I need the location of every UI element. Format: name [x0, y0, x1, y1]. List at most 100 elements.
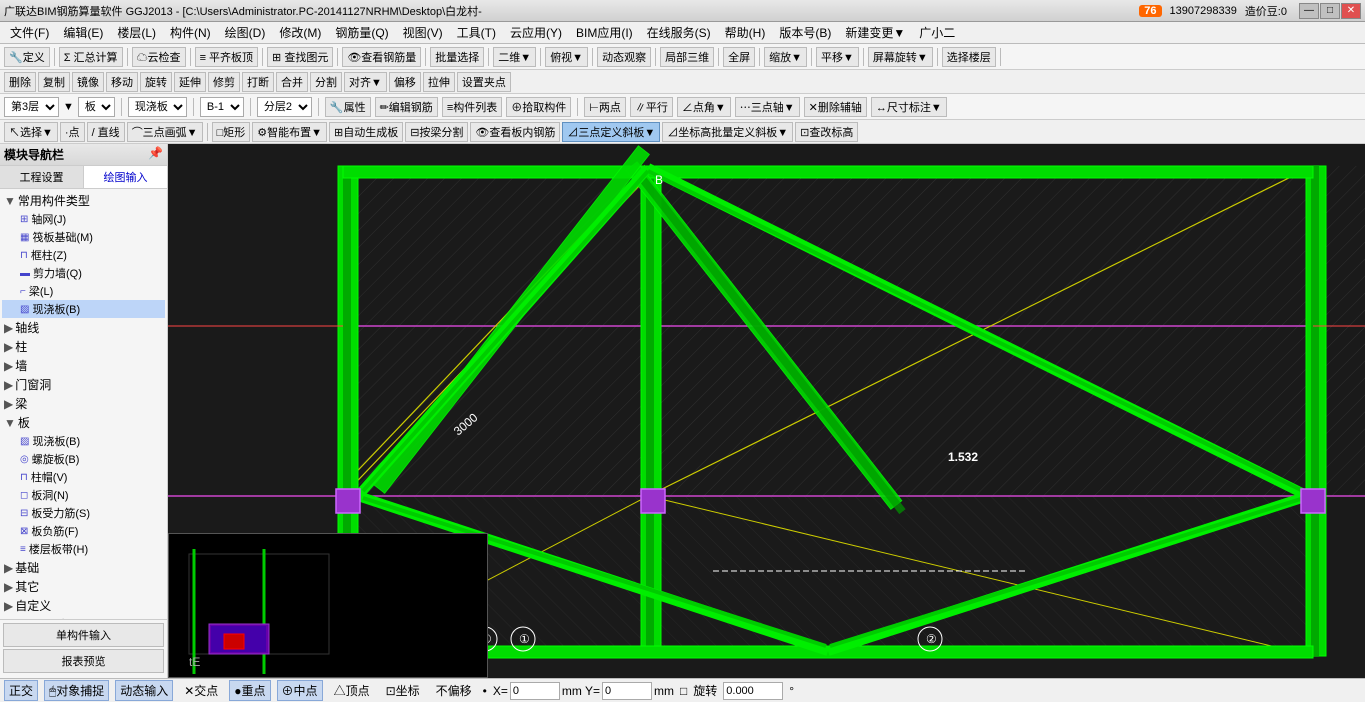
three-point-axis-button[interactable]: ⋯三点轴▼: [735, 97, 800, 117]
toolbar2-btn[interactable]: 打断: [242, 72, 274, 92]
tree-item-hole[interactable]: ◻板洞(N): [2, 486, 165, 504]
ortho-status[interactable]: 正交: [4, 680, 38, 701]
canvas-area[interactable]: B 3000 1.532 .690 .690 A ① ① ②: [168, 144, 1365, 678]
toolbar2-btn[interactable]: 镜像: [72, 72, 104, 92]
nav-pin-icon[interactable]: 📌: [148, 146, 163, 163]
tree-item-shearwall[interactable]: ▬剪力墙(Q): [2, 264, 165, 282]
toolbar2-btn[interactable]: 旋转: [140, 72, 172, 92]
view-height-button[interactable]: ⊡查改标高: [795, 122, 858, 142]
y-input[interactable]: [602, 682, 652, 700]
point-button[interactable]: ·点: [60, 122, 85, 142]
tree-item-raft[interactable]: ▦筏板基础(M): [2, 228, 165, 246]
menu-item-s[interactable]: 在线服务(S): [641, 22, 717, 43]
layer-select[interactable]: 分层2: [257, 97, 312, 117]
toolbar1-btn[interactable]: 二维▼: [493, 47, 536, 67]
snap-status[interactable]: 🖱对象捕捉: [44, 680, 109, 701]
intersection-status[interactable]: ✕交点: [179, 680, 223, 701]
dimension-button[interactable]: ↔尺寸标注▼: [871, 97, 947, 117]
tree-group-foundation[interactable]: ▶基础: [2, 558, 165, 577]
toolbar2-btn[interactable]: 分割: [310, 72, 342, 92]
tree-group-axis[interactable]: ▶轴线: [2, 318, 165, 337]
toolbar2-btn[interactable]: 合并: [276, 72, 308, 92]
toolbar2-btn[interactable]: 对齐▼: [344, 72, 387, 92]
rect-button[interactable]: □矩形: [212, 122, 251, 142]
menu-item-t[interactable]: 工具(T): [451, 22, 502, 43]
menu-item-f[interactable]: 文件(F): [4, 22, 55, 43]
toolbar2-btn[interactable]: 修剪: [208, 72, 240, 92]
maximize-button[interactable]: □: [1320, 3, 1340, 19]
tree-item-axis[interactable]: ⊞轴网(J): [2, 210, 165, 228]
toolbar1-btn[interactable]: ≡ 平齐板顶: [195, 47, 258, 67]
tree-group-common[interactable]: ▼ 常用构件类型: [2, 191, 165, 210]
toolbar1-btn[interactable]: 动态观察: [597, 47, 651, 67]
toolbar1-btn[interactable]: 局部三维: [660, 47, 714, 67]
view-slab-rebar-button[interactable]: 👁查看板内钢筋: [470, 122, 560, 142]
point-angle-button[interactable]: ∠点角▼: [677, 97, 731, 117]
menu-item-d[interactable]: 绘图(D): [219, 22, 272, 43]
project-settings-tab[interactable]: 工程设置: [0, 166, 84, 188]
tree-item-cast-slab[interactable]: ▨现浇板(B): [2, 432, 165, 450]
toolbar1-btn[interactable]: 👁查看钢筋量: [342, 47, 421, 67]
menu-item-q[interactable]: 钢筋量(Q): [329, 22, 394, 43]
toolbar2-btn[interactable]: 设置夹点: [457, 72, 511, 92]
tree-item-colcap[interactable]: ⊓柱帽(V): [2, 468, 165, 486]
line-button[interactable]: / 直线: [87, 122, 125, 142]
center-status[interactable]: ⊕中点: [277, 680, 323, 701]
menu-item-v[interactable]: 视图(V): [397, 22, 449, 43]
tree-group-opening[interactable]: ▶门窗洞: [2, 375, 165, 394]
tree-item-neg-rebar[interactable]: ⊠板负筋(F): [2, 522, 165, 540]
tree-group-beam[interactable]: ▶梁: [2, 394, 165, 413]
tree-item-spiral-slab[interactable]: ◎螺旋板(B): [2, 450, 165, 468]
menu-item-b[interactable]: 版本号(B): [773, 22, 837, 43]
toolbar1-btn[interactable]: 缩放▼: [764, 47, 807, 67]
toolbar1-btn[interactable]: 选择楼层: [942, 47, 996, 67]
menu-item-[interactable]: 新建变更▼: [839, 22, 911, 43]
tree-item-slab[interactable]: ▨现浇板(B): [2, 300, 165, 318]
toolbar2-btn[interactable]: 拉伸: [423, 72, 455, 92]
name-select[interactable]: B-1: [200, 97, 244, 117]
tree-group-col[interactable]: ▶柱: [2, 337, 165, 356]
tree-item-stress-rebar[interactable]: ⊟板受力筋(S): [2, 504, 165, 522]
select-button[interactable]: ↖选择▼: [4, 122, 58, 142]
menu-item-y[interactable]: 云应用(Y): [504, 22, 568, 43]
toolbar1-btn[interactable]: ⊞ 查找图元: [267, 47, 333, 67]
tree-item-floor-band[interactable]: ≡楼层板带(H): [2, 540, 165, 558]
drawing-input-tab[interactable]: 绘图输入: [84, 166, 167, 188]
floor-select[interactable]: 第3层: [4, 97, 59, 117]
rotate-input[interactable]: [723, 682, 783, 700]
component-list-button[interactable]: ≡构件列表: [442, 97, 502, 117]
tree-item-beam[interactable]: ⌐梁(L): [2, 282, 165, 300]
edit-rebar-button[interactable]: ✏编辑钢筋: [375, 97, 438, 117]
toolbar2-btn[interactable]: 偏移: [389, 72, 421, 92]
menu-item-m[interactable]: 修改(M): [273, 22, 327, 43]
vertex-status[interactable]: △顶点: [329, 680, 375, 701]
toolbar1-btn[interactable]: 俯视▼: [545, 47, 588, 67]
menu-item-l[interactable]: 楼层(L): [111, 22, 162, 43]
batch-slope-button[interactable]: ⊿坐标高批量定义斜板▼: [662, 122, 793, 142]
toolbar1-btn[interactable]: 🔧定义: [4, 47, 50, 67]
element-type-select[interactable]: 板: [78, 97, 115, 117]
coord-status[interactable]: ⊡坐标: [381, 680, 425, 701]
toolbar1-btn[interactable]: ☁云检查: [132, 47, 186, 67]
minimize-button[interactable]: —: [1299, 3, 1319, 19]
smart-layout-button[interactable]: ⚙智能布置▼: [252, 122, 327, 142]
toolbar1-btn[interactable]: Σ 汇总计算: [59, 47, 123, 67]
property-button[interactable]: 🔧属性: [325, 97, 371, 117]
report-preview-button[interactable]: 报表预览: [3, 649, 164, 673]
menu-item-n[interactable]: 构件(N): [164, 22, 217, 43]
tree-item-column[interactable]: ⊓框柱(Z): [2, 246, 165, 264]
toolbar2-btn[interactable]: 复制: [38, 72, 70, 92]
no-offset-status[interactable]: 不偏移: [431, 680, 477, 701]
toolbar2-btn[interactable]: 延伸: [174, 72, 206, 92]
close-button[interactable]: ✕: [1341, 3, 1361, 19]
tree-group-other[interactable]: ▶其它: [2, 577, 165, 596]
midpoint-status[interactable]: ●重点: [229, 680, 270, 701]
menu-item-bimi[interactable]: BIM应用(I): [570, 22, 639, 43]
menu-item-[interactable]: 广小二: [913, 22, 961, 43]
arc-button[interactable]: ⌒三点画弧▼: [127, 122, 203, 142]
pick-component-button[interactable]: ⊕拾取构件: [506, 97, 571, 117]
tree-group-slab[interactable]: ▼板: [2, 413, 165, 432]
menu-item-h[interactable]: 帮助(H): [719, 22, 772, 43]
delete-aux-button[interactable]: ✕删除辅轴: [804, 97, 867, 117]
x-input[interactable]: [510, 682, 560, 700]
